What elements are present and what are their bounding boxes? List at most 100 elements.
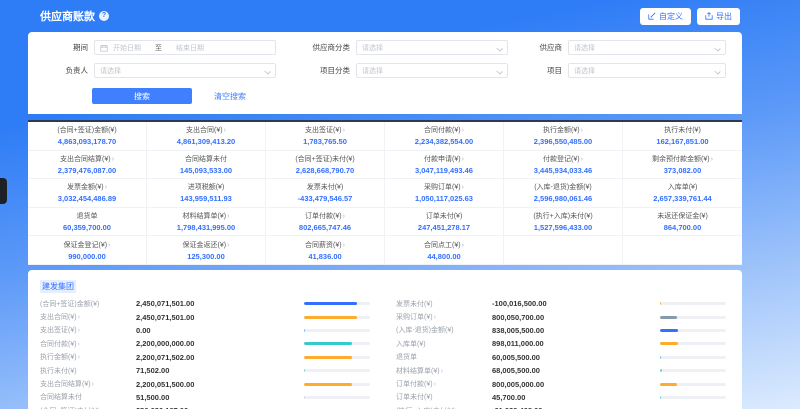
stat-card[interactable]: 剩余预付款金额(¥)› 373,082.00	[623, 151, 742, 180]
metric-label[interactable]: 材料结算单(¥)›	[396, 366, 492, 376]
metric-row: 订单未付(¥)› 45,700.00	[396, 391, 730, 404]
stat-card[interactable]: 执行未付(¥)› 162,167,851.00	[623, 122, 742, 151]
metric-bar-fill	[660, 302, 661, 305]
stat-card[interactable]: (合同+签证)未付(¥)› 2,628,668,790.70	[266, 151, 385, 180]
metric-label[interactable]: 执行未付(¥)›	[40, 366, 136, 376]
metric-bar-fill	[660, 383, 677, 386]
metric-label[interactable]: 订单未付(¥)›	[396, 392, 492, 402]
stat-label: 合同点工(¥)›	[424, 240, 464, 250]
stat-value: 2,628,668,790.70	[296, 166, 354, 175]
metric-bar-fill	[304, 356, 352, 359]
stat-card[interactable]: 合同结算未付› 145,093,533.00	[147, 151, 266, 180]
metric-label[interactable]: 支出合同(¥)›	[40, 312, 136, 322]
metric-row: 执行金额(¥)› 2,200,071,502.00	[40, 351, 374, 364]
metric-bar-fill	[660, 342, 678, 345]
stat-card[interactable]: 付款登记(¥)› 3,445,934,033.46	[504, 151, 623, 180]
metric-label[interactable]: 采购订单(¥)›	[396, 312, 492, 322]
metric-label[interactable]: 入库单(¥)›	[396, 339, 492, 349]
stat-card[interactable]: (执行+入库)未付(¥)› 1,527,596,433.00	[504, 208, 623, 237]
metric-value: 71,502.00	[136, 366, 304, 375]
metric-value: 2,200,071,502.00	[136, 353, 304, 362]
metric-label[interactable]: 发票未付(¥)›	[396, 299, 492, 309]
metric-row: 发票未付(¥)› -100,016,500.00	[396, 297, 730, 310]
stat-card[interactable]: 合同点工(¥)› 44,800.00	[385, 236, 504, 265]
supplier-select[interactable]: 请选择	[568, 40, 726, 55]
stat-card[interactable]: 退货单› 60,359,700.00	[28, 208, 147, 237]
owner-select[interactable]: 请选择	[94, 63, 276, 78]
stat-card[interactable]: 订单付款(¥)› 802,665,747.46	[266, 208, 385, 237]
stat-card[interactable]: ›	[504, 236, 623, 265]
start-date-placeholder[interactable]: 开始日期	[113, 43, 141, 53]
project-category-label: 项目分类	[290, 65, 350, 76]
stat-card[interactable]: 支出签证(¥)› 1,783,765.50	[266, 122, 385, 151]
panel-collapse-handle[interactable]	[0, 178, 7, 204]
stat-card[interactable]: (合同+签证)金额(¥)› 4,863,093,178.70	[28, 122, 147, 151]
stat-card[interactable]: 采购订单(¥)› 1,050,117,025.63	[385, 179, 504, 208]
stat-card[interactable]: 入库单(¥)› 2,657,339,761.44	[623, 179, 742, 208]
stat-label: 发票未付(¥)›	[307, 182, 344, 192]
drilldown-arrow-icon: ›	[462, 156, 464, 163]
metric-label[interactable]: 支出合同结算(¥)›	[40, 379, 136, 389]
stat-card[interactable]: 进项税额(¥)› 143,959,511.93	[147, 179, 266, 208]
project-category-select[interactable]: 请选择	[356, 63, 508, 78]
stat-label: 退货单›	[77, 211, 98, 221]
search-button[interactable]: 搜索	[92, 88, 192, 104]
stat-card[interactable]: 未返还保证金(¥)› 864,700.00	[623, 208, 742, 237]
project-select[interactable]: 请选择	[568, 63, 726, 78]
metric-label[interactable]: (入库-退货)金额(¥)›	[396, 325, 492, 335]
stat-card[interactable]: 发票金额(¥)› 3,032,454,486.89	[28, 179, 147, 208]
stat-value: 864,700.00	[664, 223, 702, 232]
metric-value: 60,005,500.00	[492, 353, 660, 362]
stat-card[interactable]: 支出合同(¥)› 4,861,309,413.20	[147, 122, 266, 151]
metric-bar	[660, 342, 726, 345]
stat-card[interactable]: 执行金额(¥)› 2,396,550,485.00	[504, 122, 623, 151]
help-icon[interactable]: ?	[99, 11, 109, 21]
metric-row: 入库单(¥)› 898,011,000.00	[396, 337, 730, 350]
stat-label: 支出合同(¥)›	[186, 125, 226, 135]
stat-label: 支出签证(¥)›	[305, 125, 345, 135]
filter-row-1: 期间 开始日期 至 结束日期 供应商分类 请选择 供应商 请选择	[42, 40, 728, 55]
stats-grid: (合同+签证)金额(¥)› 4,863,093,178.70 支出合同(¥)› …	[28, 122, 742, 265]
metric-row: 支出合同(¥)› 2,450,071,501.00	[40, 310, 374, 323]
end-date-placeholder[interactable]: 结束日期	[176, 43, 204, 53]
metric-label[interactable]: 执行金额(¥)›	[40, 352, 136, 362]
metric-label[interactable]: 合同付款(¥)›	[40, 339, 136, 349]
clear-search-link[interactable]: 清空搜索	[214, 91, 246, 102]
header-actions: 自定义 导出	[640, 8, 740, 25]
date-to-label: 至	[155, 43, 162, 53]
stat-card[interactable]: 保证金登记(¥)› 990,000.00	[28, 236, 147, 265]
stat-value: 373,082.00	[664, 166, 702, 175]
metric-bar-fill	[660, 356, 661, 359]
stat-label: 未返还保证金(¥)›	[657, 211, 708, 221]
customize-button[interactable]: 自定义	[640, 8, 691, 25]
stat-card[interactable]: ›	[623, 236, 742, 265]
period-range-input[interactable]: 开始日期 至 结束日期	[94, 40, 276, 55]
metric-row: (执行+入库)未付(¥)› -61,939,498.00	[396, 404, 730, 409]
stat-label: (执行+入库)未付(¥)›	[533, 211, 592, 221]
stat-card[interactable]: 保证金返还(¥)› 125,300.00	[147, 236, 266, 265]
metric-label[interactable]: 支出签证(¥)›	[40, 325, 136, 335]
supplier-category-select[interactable]: 请选择	[356, 40, 508, 55]
stat-card[interactable]: 发票未付(¥)› -433,479,546.57	[266, 179, 385, 208]
metric-bar	[304, 383, 370, 386]
metric-label[interactable]: (合同+签证)金额(¥)›	[40, 299, 136, 309]
stat-value: 1,783,765.50	[303, 137, 347, 146]
stat-card[interactable]: 材料结算单(¥)› 1,798,431,995.00	[147, 208, 266, 237]
stat-card[interactable]: 合同薪资(¥)› 41,836.00	[266, 236, 385, 265]
stat-card[interactable]: 支出合同结算(¥)› 2,379,476,087.00	[28, 151, 147, 180]
stat-card[interactable]: (入库-退货)金额(¥)› 2,596,980,061.46	[504, 179, 623, 208]
page-header: 供应商账款 ? 自定义 导出	[28, 0, 742, 32]
metric-label[interactable]: 订单付款(¥)›	[396, 379, 492, 389]
metric-value: 2,200,051,500.00	[136, 380, 304, 389]
export-button[interactable]: 导出	[697, 8, 740, 25]
stat-card[interactable]: 订单未付(¥)› 247,451,278.17	[385, 208, 504, 237]
project-label: 项目	[522, 65, 562, 76]
metric-label[interactable]: 合同结算未付›	[40, 392, 136, 402]
metric-label[interactable]: 退货单›	[396, 352, 492, 362]
group-name[interactable]: 建发集团	[40, 280, 76, 293]
stat-card[interactable]: 付款申请(¥)› 3,047,119,493.46	[385, 151, 504, 180]
stat-card[interactable]: 合同付款(¥)› 2,234,382,554.00	[385, 122, 504, 151]
metric-bar	[304, 329, 370, 332]
stat-label: 执行未付(¥)›	[664, 125, 701, 135]
page-title: 供应商账款 ?	[40, 8, 109, 24]
